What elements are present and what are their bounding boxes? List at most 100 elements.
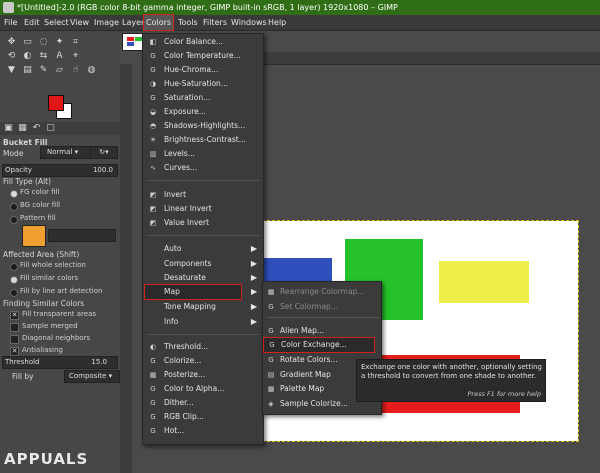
menu-shadows-highlights[interactable]: ◓ Shadows-Highlights... <box>143 119 263 133</box>
menu-label: Gradient Map <box>280 370 331 379</box>
text-tool-icon[interactable]: A <box>54 51 65 62</box>
menu-color-to-alpha[interactable]: G Color to Alpha... <box>143 382 263 396</box>
menu-saturation[interactable]: G Saturation... <box>143 91 263 105</box>
menu-help[interactable]: Help <box>268 15 286 30</box>
menu-posterize[interactable]: ▦ Posterize... <box>143 368 263 382</box>
menu-components[interactable]: Components ▶ <box>143 257 263 271</box>
menu-hue-saturation[interactable]: ◑ Hue-Saturation... <box>143 77 263 91</box>
menu-levels[interactable]: ▥ Levels... <box>143 147 263 161</box>
menu-hue-chroma[interactable]: G Hue-Chroma... <box>143 63 263 77</box>
menu-dither[interactable]: G Dither... <box>143 396 263 410</box>
vertical-ruler <box>120 64 132 473</box>
gegl-icon: G <box>150 52 156 60</box>
fill-line-art-label: Fill by line art detection <box>20 287 103 295</box>
mode-reset-button[interactable]: ↻▾ <box>90 146 118 159</box>
menu-threshold[interactable]: ◐ Threshold... <box>143 340 263 354</box>
eraser-icon[interactable]: ▱ <box>54 65 65 76</box>
title-bar: *[Untitled]-2.0 (RGB color 8-bit gamma i… <box>0 0 600 15</box>
crop-icon[interactable]: ⌗ <box>70 37 81 48</box>
fill-type-bg-radio[interactable] <box>10 203 18 211</box>
fill-type-fg-radio[interactable] <box>10 190 18 198</box>
menu-hot[interactable]: G Hot... <box>143 424 263 438</box>
menu-label: Set Colormap... <box>280 302 338 311</box>
menu-alien-map[interactable]: G Alien Map... <box>263 324 381 338</box>
menu-color-exchange[interactable]: G Color Exchange... <box>263 337 375 353</box>
menu-edit[interactable]: Edit <box>24 15 40 30</box>
menu-bar: File Edit Select View Image Layer Colors… <box>0 14 600 31</box>
paintbrush-icon[interactable]: ✎ <box>38 65 49 76</box>
menu-exposure[interactable]: ◒ Exposure... <box>143 105 263 119</box>
tool-options-tab-icon[interactable]: ▣ <box>3 123 14 134</box>
fill-transparent-checkbox[interactable]: ✕ <box>10 311 19 320</box>
menu-colors[interactable]: Colors <box>143 14 175 31</box>
menu-filters[interactable]: Filters <box>203 15 227 30</box>
menu-value-invert[interactable]: ◩ Value Invert <box>143 216 263 230</box>
foreground-color-swatch[interactable] <box>48 95 64 111</box>
menu-label: Rotate Colors... <box>280 355 338 364</box>
warp-icon[interactable]: ◐ <box>22 51 33 62</box>
lasso-icon[interactable]: ◌ <box>38 37 49 48</box>
diagonal-neighbors-checkbox[interactable] <box>10 335 19 344</box>
menu-info[interactable]: Info ▶ <box>143 315 263 329</box>
menu-tools[interactable]: Tools <box>178 15 198 30</box>
fill-type-pattern-radio[interactable] <box>10 216 18 224</box>
rect-select-icon[interactable]: ▭ <box>22 37 33 48</box>
gegl-icon: G <box>150 399 156 407</box>
device-status-tab-icon[interactable]: ▦ <box>17 123 28 134</box>
antialiasing-checkbox[interactable]: ✕ <box>10 347 19 356</box>
menu-view[interactable]: View <box>70 15 89 30</box>
menu-brightness-contrast[interactable]: ☀ Brightness-Contrast... <box>143 133 263 147</box>
opacity-slider[interactable]: Opacity 100.0 <box>2 164 118 177</box>
measure-icon[interactable]: ⌖ <box>70 51 81 62</box>
menu-rearrange-colormap[interactable]: ▦ Rearrange Colormap... <box>263 285 381 299</box>
fill-similar-colors-radio[interactable] <box>10 276 18 284</box>
menu-image[interactable]: Image <box>94 15 119 30</box>
transform-icon[interactable]: ⟲ <box>6 51 17 62</box>
menu-invert[interactable]: ◩ Invert <box>143 188 263 202</box>
bucket-fill-icon[interactable]: ▼ <box>6 65 17 76</box>
menu-rgb-clip[interactable]: G RGB Clip... <box>143 410 263 424</box>
shadows-highlights-icon: ◓ <box>149 122 157 130</box>
fill-similar-colors-label: Fill similar colors <box>20 274 79 282</box>
menu-map[interactable]: Map <box>144 284 242 300</box>
menu-select[interactable]: Select <box>44 15 69 30</box>
move-tool-icon[interactable]: ✥ <box>6 37 17 48</box>
menu-windows[interactable]: Windows <box>231 15 267 30</box>
color-balance-icon: ◧ <box>149 38 157 46</box>
pattern-preview[interactable] <box>22 225 46 247</box>
gradient-icon[interactable]: ▤ <box>22 65 33 76</box>
menu-colorize[interactable]: G Colorize... <box>143 354 263 368</box>
menu-auto[interactable]: Auto ▶ <box>143 242 263 256</box>
menu-label: Palette Map <box>280 384 325 393</box>
fill-by-select[interactable]: Composite ▾ <box>64 370 120 383</box>
menu-set-colormap[interactable]: G Set Colormap... <box>263 300 381 314</box>
menu-linear-invert[interactable]: ◩ Linear Invert <box>143 202 263 216</box>
menu-desaturate[interactable]: Desaturate ▶ <box>143 271 263 285</box>
images-tab-icon[interactable]: ▢ <box>45 123 56 134</box>
menu-curves[interactable]: ∿ Curves... <box>143 161 263 175</box>
undo-history-tab-icon[interactable]: ↶ <box>31 123 42 134</box>
menu-file[interactable]: File <box>4 15 17 30</box>
exposure-icon: ◒ <box>149 108 157 116</box>
mode-select[interactable]: Normal ▾ <box>40 146 92 159</box>
gegl-icon: G <box>268 303 274 311</box>
menu-label: Curves... <box>164 163 198 172</box>
flip-icon[interactable]: ⇆ <box>38 51 49 62</box>
menu-color-temperature[interactable]: G Color Temperature... <box>143 49 263 63</box>
fuzzy-select-icon[interactable]: ✦ <box>54 37 65 48</box>
threshold-slider[interactable]: Threshold 15.0 <box>2 356 118 369</box>
dodge-icon[interactable]: ◍ <box>86 65 97 76</box>
menu-separator <box>147 334 259 335</box>
menu-label: Hot... <box>164 426 185 435</box>
fill-whole-selection-radio[interactable] <box>10 263 18 271</box>
affected-area-label: Affected Area (Shift) <box>3 250 80 259</box>
menu-layer[interactable]: Layer <box>122 15 144 30</box>
fill-line-art-radio[interactable] <box>10 289 18 297</box>
menu-color-balance[interactable]: ◧ Color Balance... <box>143 35 263 49</box>
mode-label: Mode <box>3 149 24 158</box>
fill-by-value: Composite <box>69 372 107 380</box>
smudge-icon[interactable]: ☝ <box>70 65 81 76</box>
sample-merged-checkbox[interactable] <box>10 323 19 332</box>
menu-tone-mapping[interactable]: Tone Mapping ▶ <box>143 300 263 314</box>
pattern-name-field[interactable] <box>48 229 116 242</box>
